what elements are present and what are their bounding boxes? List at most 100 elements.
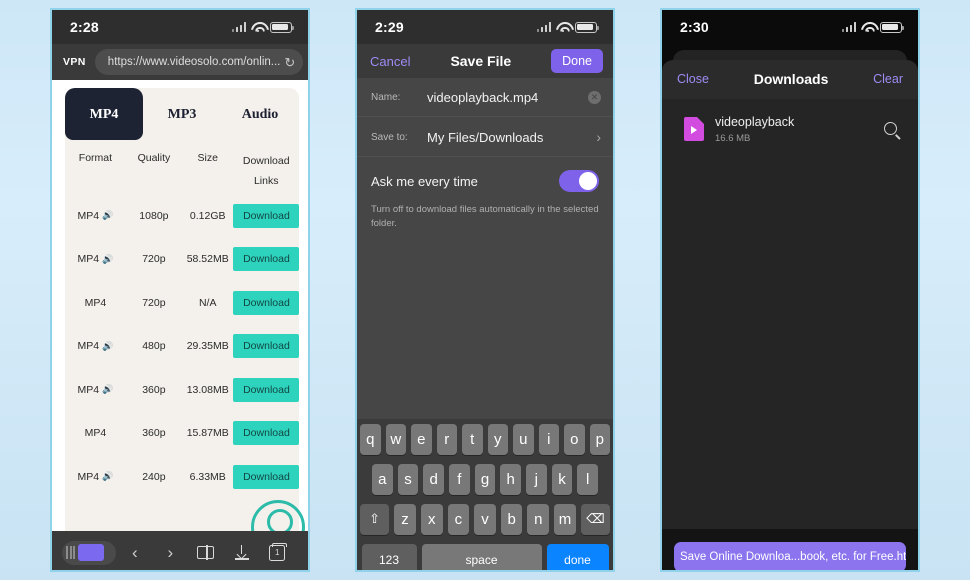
vpn-badge[interactable]: VPN xyxy=(63,56,86,68)
url-input[interactable]: https://www.videosolo.com/onlin... ↻ xyxy=(94,49,304,75)
status-bar: 2:30 xyxy=(662,10,918,44)
tabs-icon: 1 xyxy=(269,542,288,561)
keyboard-row-2: a s d f g h j k l xyxy=(360,463,610,495)
key-d[interactable]: d xyxy=(423,463,444,495)
key-m[interactable]: m xyxy=(554,503,576,535)
save-to-row[interactable]: Save to: My Files/Downloads › xyxy=(357,117,613,157)
backspace-icon[interactable]: ⌫ xyxy=(580,503,610,535)
key-u[interactable]: u xyxy=(513,423,534,455)
key-y[interactable]: y xyxy=(487,423,508,455)
row-quality: 720p xyxy=(142,296,166,309)
row-quality: 720p xyxy=(142,253,166,266)
search-icon[interactable] xyxy=(884,122,897,135)
name-row: Name: videoplayback.mp4 ✕ xyxy=(357,78,613,117)
download-button[interactable]: Download xyxy=(233,247,300,272)
table-row: MP4 🔊 720p 58.52MB Download xyxy=(65,237,300,281)
download-button[interactable]: Download xyxy=(233,464,300,489)
column-header-quality: Quality xyxy=(137,152,171,164)
key-b[interactable]: b xyxy=(500,503,523,535)
wifi-icon xyxy=(861,22,875,33)
key-w[interactable]: w xyxy=(385,423,406,455)
download-button[interactable]: Download xyxy=(233,290,300,315)
table-row: MP4 🔊 480p 29.35MB Download xyxy=(65,324,300,368)
space-key[interactable]: space xyxy=(421,543,542,570)
tabs-button[interactable]: 1 xyxy=(260,542,294,561)
column-header-download: Download xyxy=(242,155,290,167)
list-item[interactable]: videoplayback 16.6 MB xyxy=(662,107,918,150)
status-icons xyxy=(536,21,599,33)
download-button[interactable]: Download xyxy=(233,203,300,228)
downloads-button[interactable] xyxy=(225,545,259,560)
key-p[interactable]: p xyxy=(589,423,610,455)
row-size: 15.87MB xyxy=(186,427,229,440)
key-j[interactable]: j xyxy=(526,463,547,495)
cellular-signal-icon xyxy=(231,22,246,32)
key-a[interactable]: a xyxy=(371,463,393,495)
web-page-content: MP4 MP3 Audio Format Quality Size Downlo… xyxy=(52,80,308,531)
key-c[interactable]: c xyxy=(447,503,470,535)
tab-audio[interactable]: Audio xyxy=(221,88,299,140)
tab-switcher-icon xyxy=(62,540,116,565)
reload-icon[interactable]: ↻ xyxy=(284,56,295,69)
key-s[interactable]: s xyxy=(397,463,419,495)
key-r[interactable]: r xyxy=(436,423,457,455)
name-field[interactable]: videoplayback.mp4 xyxy=(427,90,578,105)
tabs-count: 1 xyxy=(274,548,280,557)
download-button[interactable]: Download xyxy=(233,421,300,446)
numbers-key[interactable]: 123 xyxy=(361,543,417,570)
key-e[interactable]: e xyxy=(411,423,432,455)
speaker-icon: 🔊 xyxy=(102,384,114,395)
tab-mp3[interactable]: MP3 xyxy=(143,88,221,140)
key-t[interactable]: t xyxy=(462,423,483,455)
key-k[interactable]: k xyxy=(551,463,573,495)
status-time: 2:28 xyxy=(70,19,99,35)
ask-every-time-toggle[interactable] xyxy=(559,170,599,192)
clear-button[interactable]: Clear xyxy=(873,72,903,86)
shift-icon[interactable]: ⇧ xyxy=(360,503,390,535)
ask-every-time-hint: Turn off to download files automatically… xyxy=(371,204,599,230)
key-f[interactable]: f xyxy=(449,463,470,495)
close-button[interactable]: Close xyxy=(677,72,709,86)
speaker-icon: 🔊 xyxy=(102,210,114,221)
key-l[interactable]: l xyxy=(577,463,599,495)
tab-mp4[interactable]: MP4 xyxy=(65,88,143,140)
speaker-icon: 🔊 xyxy=(102,253,114,264)
done-key[interactable]: done xyxy=(546,543,609,570)
key-i[interactable]: i xyxy=(538,423,559,455)
key-o[interactable]: o xyxy=(564,423,585,455)
download-file-size: 16.6 MB xyxy=(715,133,751,144)
row-size: 29.35MB xyxy=(186,340,229,353)
done-button[interactable]: Done xyxy=(551,49,603,73)
key-v[interactable]: v xyxy=(474,503,496,535)
cancel-button[interactable]: Cancel xyxy=(370,54,410,69)
save-online-download-button[interactable]: Save Online Downloa...book, etc. for Fre… xyxy=(674,542,906,570)
forward-button[interactable]: › xyxy=(154,543,188,563)
row-format: MP4 🔊 xyxy=(77,383,114,396)
key-z[interactable]: z xyxy=(394,503,416,535)
browser-url-bar: VPN https://www.videosolo.com/onlin... ↻… xyxy=(52,44,308,80)
key-q[interactable]: q xyxy=(360,423,381,455)
clear-text-icon[interactable]: ✕ xyxy=(588,91,601,104)
phone-screen-save-file: 2:29 Cancel Save File Done Name: videopl… xyxy=(355,8,615,572)
row-format: MP4 xyxy=(84,296,107,309)
empty-content-area xyxy=(357,243,613,419)
back-button[interactable]: ‹ xyxy=(118,543,152,563)
row-format: MP4 xyxy=(84,427,107,440)
tab-switcher-button[interactable] xyxy=(62,540,116,565)
table-header: Format Quality Size Download Links xyxy=(65,140,299,194)
column-header-links: Links xyxy=(253,174,279,187)
bookmarks-button[interactable] xyxy=(189,545,223,560)
save-file-navbar: Cancel Save File Done xyxy=(357,44,613,78)
download-button[interactable]: Download xyxy=(233,377,300,402)
save-to-value: My Files/Downloads xyxy=(427,129,544,145)
key-n[interactable]: n xyxy=(527,503,550,535)
column-header-size: Size xyxy=(197,152,218,164)
key-h[interactable]: h xyxy=(500,463,522,495)
download-button[interactable]: Download xyxy=(233,334,300,359)
downloads-header: Close Downloads Clear xyxy=(662,60,918,99)
format-tabs: MP4 MP3 Audio xyxy=(65,88,299,140)
key-g[interactable]: g xyxy=(474,463,496,495)
key-x[interactable]: x xyxy=(420,503,443,535)
downloads-list: videoplayback 16.6 MB xyxy=(662,99,918,529)
row-quality: 1080p xyxy=(139,209,169,222)
